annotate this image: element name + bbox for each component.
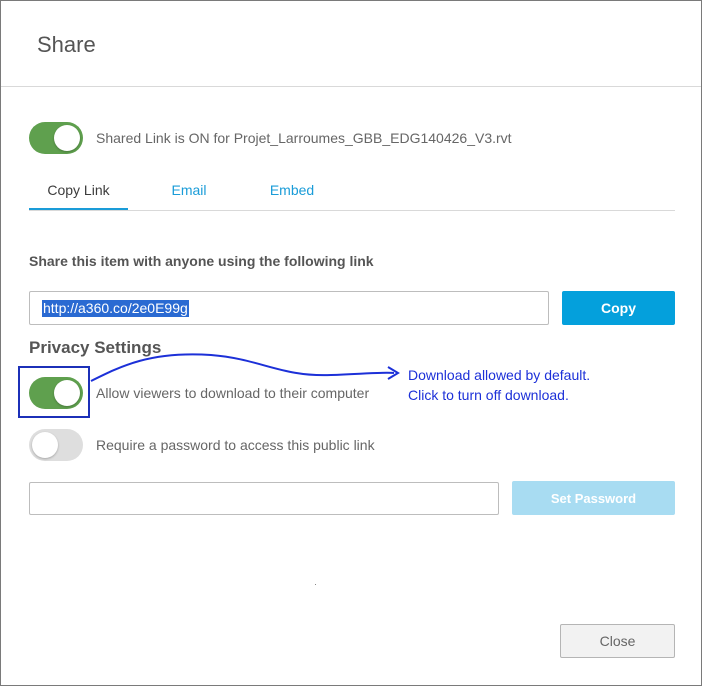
password-label: Require a password to access this public… — [96, 437, 375, 453]
share-dialog: Share Shared Link is ON for Projet_Larro… — [0, 0, 702, 686]
download-label: Allow viewers to download to their compu… — [96, 385, 370, 401]
toggle-knob — [54, 125, 80, 151]
password-input[interactable] — [29, 482, 499, 515]
dialog-title: Share — [37, 32, 96, 57]
password-toggle[interactable] — [29, 429, 83, 461]
tab-copy-link[interactable]: Copy Link — [29, 169, 128, 211]
toggle-knob — [54, 380, 80, 406]
toggle-knob — [32, 432, 58, 458]
tab-embed[interactable]: Embed — [261, 169, 323, 209]
annotation-line-1: Download allowed by default. — [408, 367, 591, 383]
set-password-button[interactable]: Set Password — [512, 481, 675, 515]
copy-button[interactable]: Copy — [562, 291, 675, 325]
annotation-line-2: Click to turn off download. — [408, 387, 569, 403]
privacy-settings-heading: Privacy Settings — [29, 338, 162, 357]
share-link-url: http://a360.co/2e0E99g — [42, 300, 189, 317]
shared-link-label: Shared Link is ON for Projet_Larroumes_G… — [96, 130, 512, 146]
tab-email[interactable]: Email — [159, 169, 219, 209]
close-button[interactable]: Close — [560, 624, 675, 658]
share-link-input[interactable]: http://a360.co/2e0E99g — [29, 291, 549, 325]
stray-dot — [315, 584, 316, 585]
tabs-divider — [29, 210, 675, 211]
header-divider — [1, 86, 701, 87]
share-tabs: Copy Link Email Embed — [29, 169, 675, 211]
annotation-note: Download allowed by default. Click to tu… — [408, 365, 590, 405]
download-toggle[interactable] — [29, 377, 83, 409]
share-link-heading: Share this item with anyone using the fo… — [29, 253, 374, 269]
shared-link-toggle[interactable] — [29, 122, 83, 154]
